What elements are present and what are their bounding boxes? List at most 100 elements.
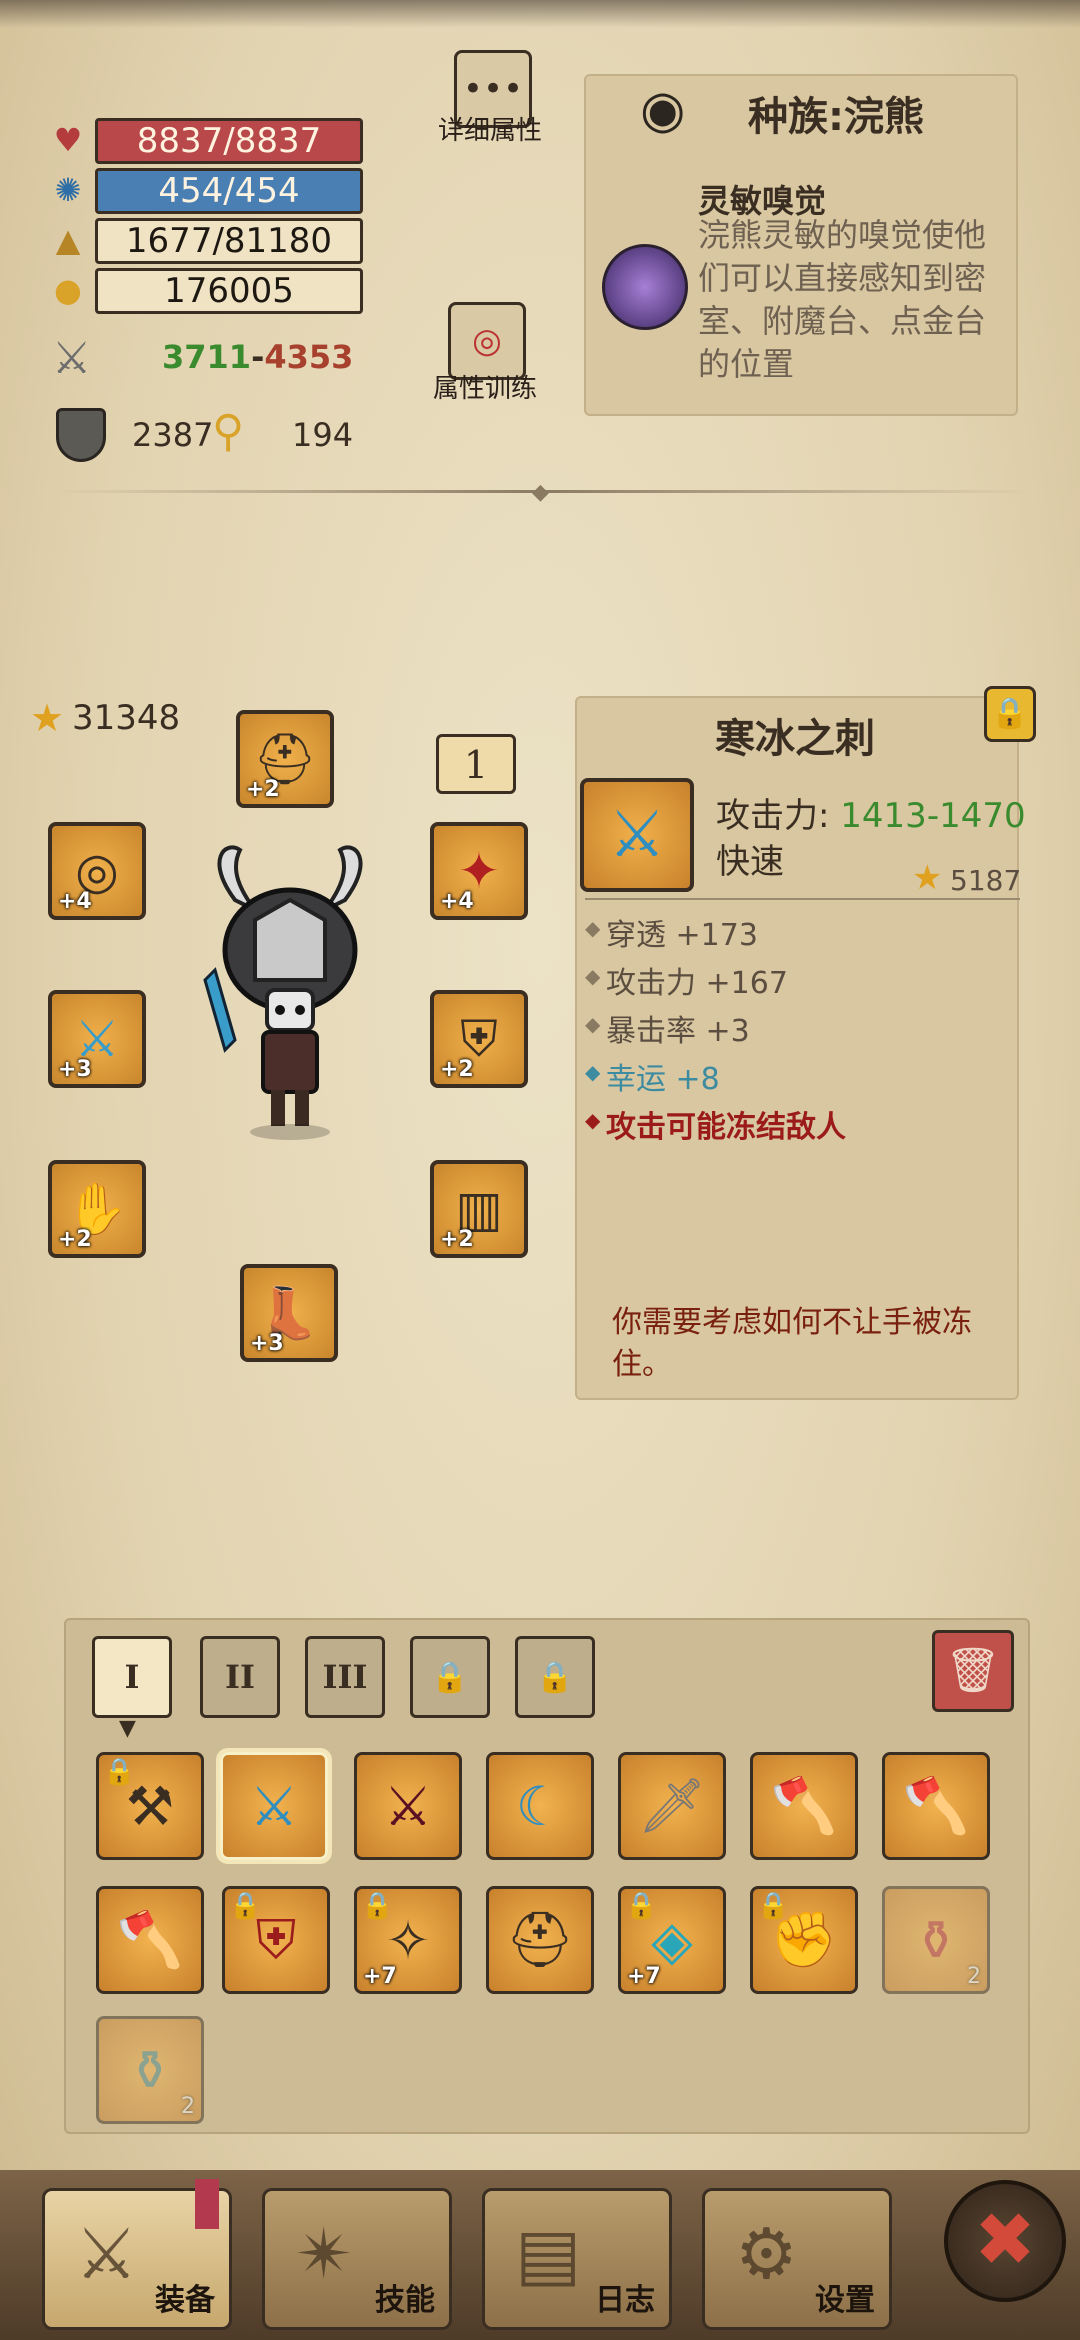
details-label: 详细属性 bbox=[437, 116, 542, 146]
tab-3[interactable]: III bbox=[305, 1636, 385, 1718]
inventory-slot[interactable]: 🔒 ✧ +7 bbox=[354, 1886, 462, 1994]
chest-armor-icon: ⛨ bbox=[255, 1908, 297, 1971]
nav-settings[interactable]: ⚙ 设置 bbox=[702, 2188, 892, 2330]
xp-triangle-icon: ▲ bbox=[55, 221, 81, 259]
dots-icon: ••• bbox=[462, 69, 524, 109]
training-label: 属性训练 bbox=[432, 374, 537, 404]
slot-amulet[interactable]: ✦ +4 bbox=[430, 822, 528, 920]
slot-helmet[interactable]: ⛑ +2 bbox=[236, 710, 334, 808]
ability-icon bbox=[602, 244, 688, 330]
scimitar-icon: ☾ bbox=[515, 1774, 565, 1838]
inventory-slot[interactable]: ⚱ 2 bbox=[96, 2016, 204, 2124]
nav-log[interactable]: ▤ 日志 bbox=[482, 2188, 672, 2330]
inventory-slot[interactable]: ⛑ bbox=[486, 1886, 594, 1994]
item-stars: 5187 bbox=[950, 864, 1022, 897]
mana-potion-icon: ⚱ bbox=[127, 2038, 173, 2102]
shield-icon bbox=[56, 408, 106, 462]
bonus-luck: 幸运 +8 bbox=[606, 1062, 720, 1097]
inventory-slot[interactable]: 🔒 ⛨ bbox=[222, 1886, 330, 1994]
slot-level: +2 bbox=[440, 1227, 474, 1252]
slot-boots[interactable]: 👢 +3 bbox=[240, 1264, 338, 1362]
lock-icon: 🔒 bbox=[757, 1891, 790, 1921]
key-icon: ⚲ bbox=[212, 406, 245, 457]
target-icon: ◎ bbox=[472, 321, 502, 361]
inventory-slot[interactable]: 🪓 bbox=[882, 1752, 990, 1860]
damage-min: 3711 bbox=[162, 338, 252, 376]
inventory-slot[interactable]: 🪓 bbox=[96, 1886, 204, 1994]
attack-label: 攻击力: bbox=[716, 796, 830, 836]
gear-icon: ⚙ bbox=[735, 2213, 798, 2295]
attack-min: 1413 bbox=[840, 796, 927, 836]
star-score: 31348 bbox=[72, 698, 181, 738]
heart-icon: ♥ bbox=[53, 121, 83, 159]
inventory-slot[interactable]: ⚱ 2 bbox=[882, 1886, 990, 1994]
inventory-slot[interactable]: 🔒 ◈ +7 bbox=[618, 1886, 726, 1994]
slot-level: +4 bbox=[58, 889, 92, 914]
lock-icon: 🔒 bbox=[431, 1659, 469, 1695]
slot-level: +2 bbox=[440, 1057, 474, 1082]
ice-blade-icon: ⚔ bbox=[249, 1774, 299, 1838]
bonus-bullet: ◆ bbox=[585, 1012, 601, 1036]
item-count: 2 bbox=[967, 1964, 981, 1989]
item-flavor-text: 你需要考虑如何不让手被冻住。 bbox=[612, 1305, 972, 1382]
item-level: +7 bbox=[627, 1964, 661, 1989]
helmet-icon: ⛑ bbox=[505, 1908, 575, 1971]
lock-icon: 🔒 bbox=[361, 1891, 394, 1921]
inventory-slot-selected[interactable]: ⚔ bbox=[220, 1752, 328, 1860]
nav-settings-label: 设置 bbox=[815, 2283, 875, 2318]
item-name: 寒冰之刺 bbox=[715, 716, 875, 762]
damage-max: 4353 bbox=[264, 338, 354, 376]
hp-bar: 8837/8837 bbox=[95, 118, 363, 164]
divider-ornament: ◆ bbox=[532, 480, 549, 505]
loadout-number-button[interactable]: 1 bbox=[436, 734, 516, 794]
lock-icon: 🔒 bbox=[103, 1757, 136, 1787]
tab-locked-4[interactable]: 🔒 bbox=[410, 1636, 490, 1718]
damage-range: 3711-4353 bbox=[162, 338, 353, 376]
health-potion-icon: ⚱ bbox=[913, 1908, 959, 1972]
inventory-slot[interactable]: ⚔ bbox=[354, 1752, 462, 1860]
axe-icon: 🪓 bbox=[902, 1774, 970, 1837]
inventory-slot[interactable]: 🔒 ⚒ bbox=[96, 1752, 204, 1860]
item-speed: 快速 bbox=[716, 842, 784, 882]
lock-icon: 🔒 bbox=[991, 696, 1029, 731]
inventory-slot[interactable]: 🪓 bbox=[750, 1752, 858, 1860]
slot-ring[interactable]: ◎ +4 bbox=[48, 822, 146, 920]
slot-pants[interactable]: ▥ +2 bbox=[430, 1160, 528, 1258]
item-star-icon: ★ bbox=[912, 858, 943, 898]
bonus-bullet: ◆ bbox=[585, 916, 601, 940]
tab-1[interactable]: I bbox=[92, 1636, 172, 1718]
xp-bar: 1677/81180 bbox=[95, 218, 363, 264]
slot-gloves[interactable]: ✋ +2 bbox=[48, 1160, 146, 1258]
inventory-slot[interactable]: 🔒 ✊ bbox=[750, 1886, 858, 1994]
bonus-bullet: ◆ bbox=[585, 1108, 601, 1132]
character-figure bbox=[203, 845, 363, 1140]
race-title: 种族:浣熊 bbox=[748, 94, 924, 140]
attack-separator: - bbox=[926, 796, 940, 836]
slot-level: +2 bbox=[58, 1227, 92, 1252]
scroll-icon: ▤ bbox=[515, 2213, 582, 2295]
bookmark-icon bbox=[195, 2179, 219, 2229]
inventory-slot[interactable]: ☾ bbox=[486, 1752, 594, 1860]
slot-armor[interactable]: ⛨ +2 bbox=[430, 990, 528, 1088]
nav-equip[interactable]: ⚔ 装备 bbox=[42, 2179, 232, 2330]
top-edge-decoration bbox=[0, 0, 1080, 28]
trash-icon: 🗑 bbox=[945, 1645, 1001, 1696]
lock-icon: 🔒 bbox=[536, 1659, 574, 1695]
trash-button[interactable]: 🗑 bbox=[932, 1630, 1014, 1712]
slot-level: +3 bbox=[58, 1057, 92, 1082]
gem-ring-icon: ◈ bbox=[651, 1908, 693, 1972]
slot-weapon[interactable]: ⚔ +3 bbox=[48, 990, 146, 1088]
item-lock-button[interactable]: 🔒 bbox=[984, 686, 1036, 742]
tab-locked-5[interactable]: 🔒 bbox=[515, 1636, 595, 1718]
nav-skills[interactable]: ✴ 技能 bbox=[262, 2188, 452, 2330]
star-icon: ★ bbox=[30, 696, 65, 740]
skill-star-icon: ✴ bbox=[295, 2213, 354, 2295]
special-effect: 攻击可能冻结敌人 bbox=[606, 1110, 846, 1145]
lock-icon: 🔒 bbox=[625, 1891, 658, 1921]
tab-2[interactable]: II bbox=[200, 1636, 280, 1718]
close-button[interactable]: ✖ bbox=[944, 2180, 1066, 2302]
inventory-slot[interactable]: 🗡 bbox=[618, 1752, 726, 1860]
bonus-attack: 攻击力 +167 bbox=[606, 966, 788, 1001]
mp-bar: 454/454 bbox=[95, 168, 363, 214]
nav-equip-label: 装备 bbox=[155, 2283, 215, 2318]
